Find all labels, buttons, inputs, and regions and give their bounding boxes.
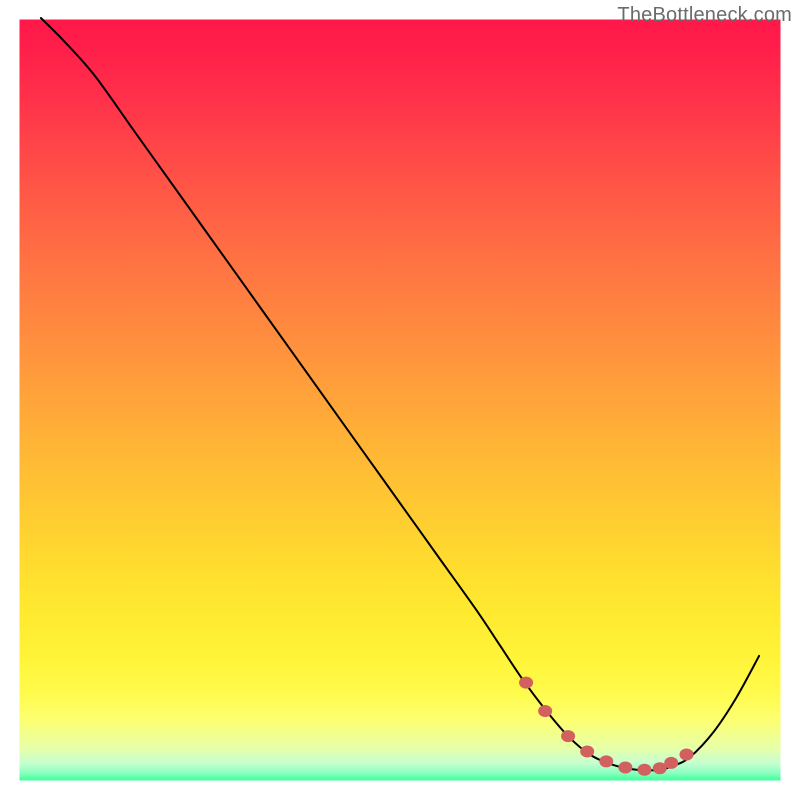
marker-dot: [538, 705, 552, 717]
watermark-text: TheBottleneck.com: [617, 4, 792, 27]
marker-dot: [580, 745, 594, 757]
chart-container: TheBottleneck.com: [0, 0, 800, 800]
marker-dot: [664, 757, 678, 769]
marker-dot: [618, 761, 632, 773]
bottleneck-chart: [0, 0, 800, 800]
marker-dot: [561, 730, 575, 742]
marker-dot: [637, 764, 651, 776]
marker-dot: [680, 749, 694, 761]
plot-area: [18, 18, 782, 782]
marker-dot: [599, 755, 613, 767]
marker-dot: [519, 677, 533, 689]
